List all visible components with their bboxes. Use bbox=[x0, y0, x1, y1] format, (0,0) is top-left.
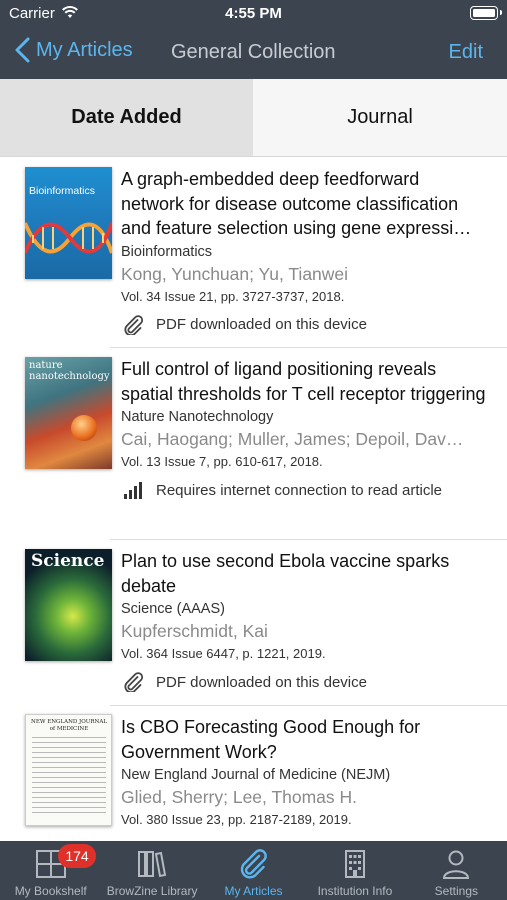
article-authors: Kong, Yunchuan; Yu, Tianwei bbox=[121, 263, 349, 284]
tab-label: Settings bbox=[434, 884, 478, 898]
sort-segmented-control: Date Added Journal bbox=[0, 79, 507, 157]
segment-journal[interactable]: Journal bbox=[253, 79, 507, 156]
article-title: Plan to use second Ebola vaccine sparks … bbox=[121, 551, 450, 596]
article-authors: Kupferschmidt, Kai bbox=[121, 621, 268, 641]
tab-settings[interactable]: Settings bbox=[406, 841, 507, 900]
navigation-bar: My Articles General Collection Edit bbox=[0, 28, 507, 79]
tab-my-bookshelf[interactable]: 174 My Bookshelf bbox=[0, 841, 101, 900]
article-citation: Vol. 380 Issue 23, pp. 2187-2189, 2019. bbox=[121, 812, 352, 827]
battery-icon bbox=[470, 6, 502, 20]
paperclip-icon bbox=[240, 849, 267, 879]
tab-label: BrowZine Library bbox=[106, 884, 198, 898]
article-info: Plan to use second Ebola vaccine sparks … bbox=[121, 549, 487, 692]
tab-bar: 174 My Bookshelf BrowZine Library My Art… bbox=[0, 841, 507, 900]
journal-cover: nature nanotechnology bbox=[25, 357, 112, 469]
person-icon bbox=[443, 850, 470, 879]
article-info: Full control of ligand positioning revea… bbox=[121, 357, 487, 500]
dna-helix-graphic bbox=[25, 222, 112, 254]
journal-cover: NEW ENGLAND JOURNAL of MEDICINE bbox=[25, 714, 112, 826]
journal-cover: Bioinformatics bbox=[25, 167, 112, 279]
article-title: A graph-embedded deep feedforward networ… bbox=[121, 169, 472, 238]
article-row[interactable]: NEW ENGLAND JOURNAL of MEDICINE Is CBO F… bbox=[0, 706, 507, 841]
signal-bars-icon bbox=[123, 480, 147, 500]
article-citation: Vol. 34 Issue 21, pp. 3727-3737, 2018. bbox=[121, 288, 345, 304]
page-title: General Collection bbox=[171, 41, 336, 63]
article-journal: Bioinformatics bbox=[121, 243, 213, 260]
tab-label: My Articles bbox=[224, 884, 283, 898]
cover-artwork bbox=[32, 737, 106, 817]
paperclip-icon bbox=[123, 672, 147, 692]
building-icon bbox=[344, 850, 365, 878]
article-citation: Vol. 364 Issue 6447, p. 1221, 2019. bbox=[121, 646, 326, 661]
tab-my-articles[interactable]: My Articles bbox=[203, 841, 304, 900]
cover-title: nature nanotechnology bbox=[29, 360, 110, 382]
chevron-left-icon bbox=[15, 37, 30, 63]
availability-status: PDF downloaded on this device bbox=[121, 314, 487, 335]
paperclip-icon bbox=[123, 314, 147, 335]
article-journal: New England Journal of Medicine (NEJM) bbox=[121, 767, 391, 783]
article-title: Is CBO Forecasting Good Enough for Gover… bbox=[121, 717, 421, 762]
article-journal: Science (AAAS) bbox=[121, 601, 225, 617]
availability-label: PDF downloaded on this device bbox=[156, 673, 367, 691]
cover-title: Science bbox=[31, 551, 105, 571]
unread-badge: 174 bbox=[58, 844, 96, 868]
availability-status: PDF downloaded on this device bbox=[121, 672, 487, 692]
article-row[interactable]: nature nanotechnology Full control of li… bbox=[0, 348, 507, 540]
tab-browzine-library[interactable]: BrowZine Library bbox=[101, 841, 202, 900]
availability-status: Requires internet connection to read art… bbox=[121, 480, 487, 500]
article-title: Full control of ligand positioning revea… bbox=[121, 359, 486, 404]
back-button[interactable]: My Articles bbox=[14, 37, 133, 63]
article-row[interactable]: Science Plan to use second Ebola vaccine… bbox=[0, 540, 507, 706]
header: Carrier 4:55 PM My Articles General Coll… bbox=[0, 0, 507, 79]
article-authors: Glied, Sherry; Lee, Thomas H. bbox=[121, 787, 358, 807]
article-info: Is CBO Forecasting Good Enough for Gover… bbox=[121, 715, 487, 830]
article-citation: Vol. 13 Issue 7, pp. 610-617, 2018. bbox=[121, 454, 323, 469]
edit-button[interactable]: Edit bbox=[449, 41, 483, 64]
availability-label: PDF downloaded on this device bbox=[156, 316, 367, 333]
library-icon bbox=[138, 851, 167, 878]
tab-label: My Bookshelf bbox=[14, 884, 87, 898]
cover-title: Bioinformatics bbox=[29, 185, 95, 197]
journal-cover: Science bbox=[25, 549, 112, 661]
cover-title: NEW ENGLAND JOURNAL of MEDICINE bbox=[31, 719, 107, 732]
article-list: Bioinformatics A graph-embedded deep fee… bbox=[0, 157, 507, 841]
availability-label: Requires internet connection to read art… bbox=[156, 481, 442, 499]
segment-date-added[interactable]: Date Added bbox=[0, 79, 253, 156]
tab-institution-info[interactable]: Institution Info bbox=[304, 841, 405, 900]
status-bar: Carrier 4:55 PM bbox=[0, 0, 507, 28]
article-authors: Cai, Haogang; Muller, James; Depoil, Dav… bbox=[121, 429, 464, 449]
article-journal: Nature Nanotechnology bbox=[121, 409, 274, 425]
article-row[interactable]: Bioinformatics A graph-embedded deep fee… bbox=[0, 157, 507, 348]
clock: 4:55 PM bbox=[225, 5, 282, 22]
article-info: A graph-embedded deep feedforward networ… bbox=[121, 167, 487, 335]
tab-label: Institution Info bbox=[317, 884, 393, 898]
back-label: My Articles bbox=[36, 38, 133, 61]
cover-artwork bbox=[71, 415, 97, 441]
